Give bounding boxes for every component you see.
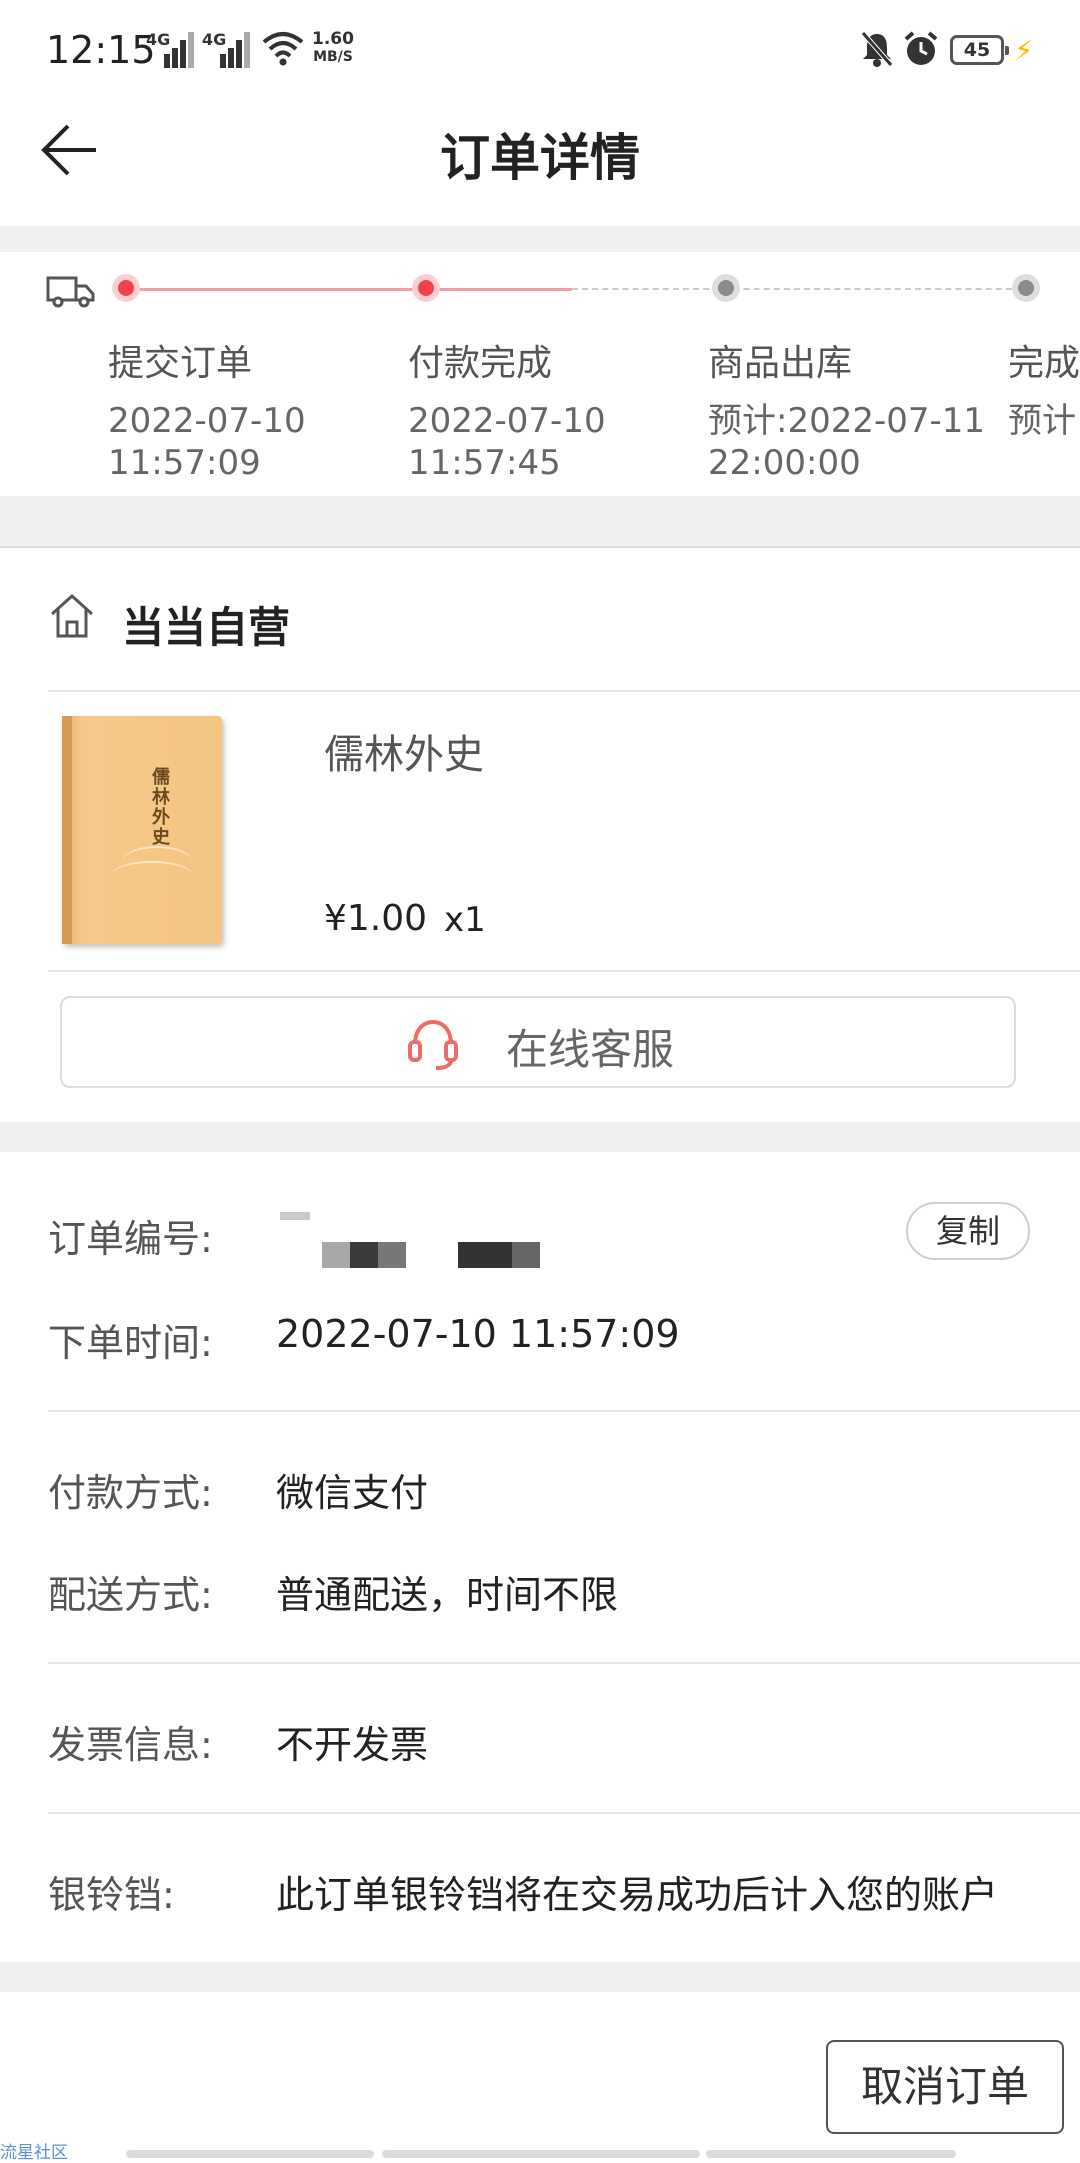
cellular-signal-icon: 4G: [146, 30, 194, 68]
order-info-section: 订单编号: 复制 下单时间: 2022-07-10 11:57:09 付款方式:…: [0, 1152, 1080, 1962]
step-name: 付款完成: [408, 343, 553, 384]
status-bar: 12:15 4G 4G 1.60 MB/S 45 ⚡: [0, 0, 1080, 100]
signal-type-label: 4G: [146, 30, 171, 49]
speed-unit: MB/S: [313, 49, 353, 65]
order-time-label: 下单时间:: [48, 1321, 213, 1365]
section-divider: [0, 226, 1080, 252]
step-date: 2022-07-10: [408, 401, 606, 441]
divider: [48, 1812, 1080, 1814]
progress-step: 商品出库 预计:2022-07-11 22:00:00: [708, 334, 985, 484]
progress-step: 完成 预计: [1008, 334, 1080, 442]
step-time: 11:57:09: [108, 443, 261, 483]
charging-icon: ⚡: [1014, 34, 1034, 67]
scroll-indicator: [126, 2150, 374, 2158]
divider: [48, 690, 1080, 692]
home-icon: [50, 593, 94, 638]
step-name: 提交订单: [108, 343, 253, 384]
product-quantity: x1: [444, 900, 486, 940]
delivery-method-label: 配送方式:: [48, 1573, 213, 1617]
order-progress-tracker: 提交订单 2022-07-10 11:57:09 付款完成 2022-07-10…: [0, 252, 1080, 496]
step-dot-done: [412, 274, 440, 302]
payment-method-label: 付款方式:: [48, 1471, 213, 1515]
watermark: 流星社区: [0, 2143, 68, 2163]
payment-method-value: 微信支付: [276, 1471, 429, 1515]
step-dot-pending: [712, 274, 740, 302]
network-speed: 1.60 MB/S: [312, 30, 354, 66]
divider: [48, 1410, 1080, 1412]
battery-icon: 45: [950, 35, 1009, 65]
step-dot-done: [112, 274, 140, 302]
order-number-label: 订单编号:: [48, 1217, 213, 1261]
delivery-method-value: 普通配送，时间不限: [276, 1573, 619, 1617]
step-name: 完成: [1008, 343, 1080, 384]
product-image[interactable]: 儒林外史: [62, 716, 222, 944]
progress-line-pending: [572, 288, 1032, 290]
invoice-label: 发票信息:: [48, 1723, 213, 1767]
app-header: 订单详情: [0, 100, 1080, 226]
step-date: 预计:2022-07-11: [708, 401, 986, 441]
bell-muted-icon: [861, 31, 893, 67]
invoice-value: 不开发票: [276, 1723, 429, 1767]
section-divider: [0, 496, 1080, 546]
section-border: [0, 546, 1080, 548]
order-time-value: 2022-07-10 11:57:09: [276, 1312, 680, 1356]
truck-icon: [46, 276, 95, 308]
customer-service-label: 在线客服: [506, 1025, 675, 1074]
scroll-indicator: [382, 2150, 700, 2158]
product-title[interactable]: 儒林外史: [324, 722, 484, 780]
step-dot-pending: [1012, 274, 1040, 302]
progress-step: 付款完成 2022-07-10 11:57:45: [408, 334, 606, 484]
signal-type-label: 4G: [202, 30, 227, 49]
progress-line-done: [126, 288, 572, 291]
progress-step: 提交订单 2022-07-10 11:57:09: [108, 334, 306, 484]
step-date: 预计: [1008, 401, 1076, 441]
step-time: 22:00:00: [708, 443, 861, 483]
store-name[interactable]: 当当自营: [122, 594, 290, 655]
cellular-signal-icon: 4G: [202, 30, 250, 68]
divider: [48, 970, 1080, 972]
wifi-icon: [262, 32, 304, 66]
scroll-indicator: [706, 2150, 956, 2158]
step-date: 2022-07-10: [108, 401, 306, 441]
cancel-order-button[interactable]: 取消订单: [826, 2040, 1064, 2134]
divider: [48, 1662, 1080, 1664]
coins-value: 此订单银铃铛将在交易成功后计入您的账户: [276, 1873, 999, 1917]
page-title: 订单详情: [440, 129, 640, 187]
product-price: ¥1.00: [324, 898, 428, 939]
book-cover-title: 儒林外史: [152, 767, 170, 848]
copy-button[interactable]: 复制: [906, 1202, 1030, 1260]
speed-value: 1.60: [312, 29, 354, 49]
coins-label: 银铃铛:: [48, 1873, 175, 1917]
step-time: 11:57:45: [408, 443, 561, 483]
section-divider: [0, 1122, 1080, 1152]
status-time: 12:15: [46, 28, 156, 72]
customer-service-button[interactable]: 在线客服: [60, 996, 1016, 1088]
alarm-icon: [904, 31, 938, 65]
section-divider: [0, 1962, 1080, 1992]
headset-icon: [408, 1019, 458, 1070]
store-section: 当当自营 儒林外史 儒林外史 ¥1.00 x1 在线客服: [0, 546, 1080, 1122]
step-name: 商品出库: [708, 343, 853, 384]
